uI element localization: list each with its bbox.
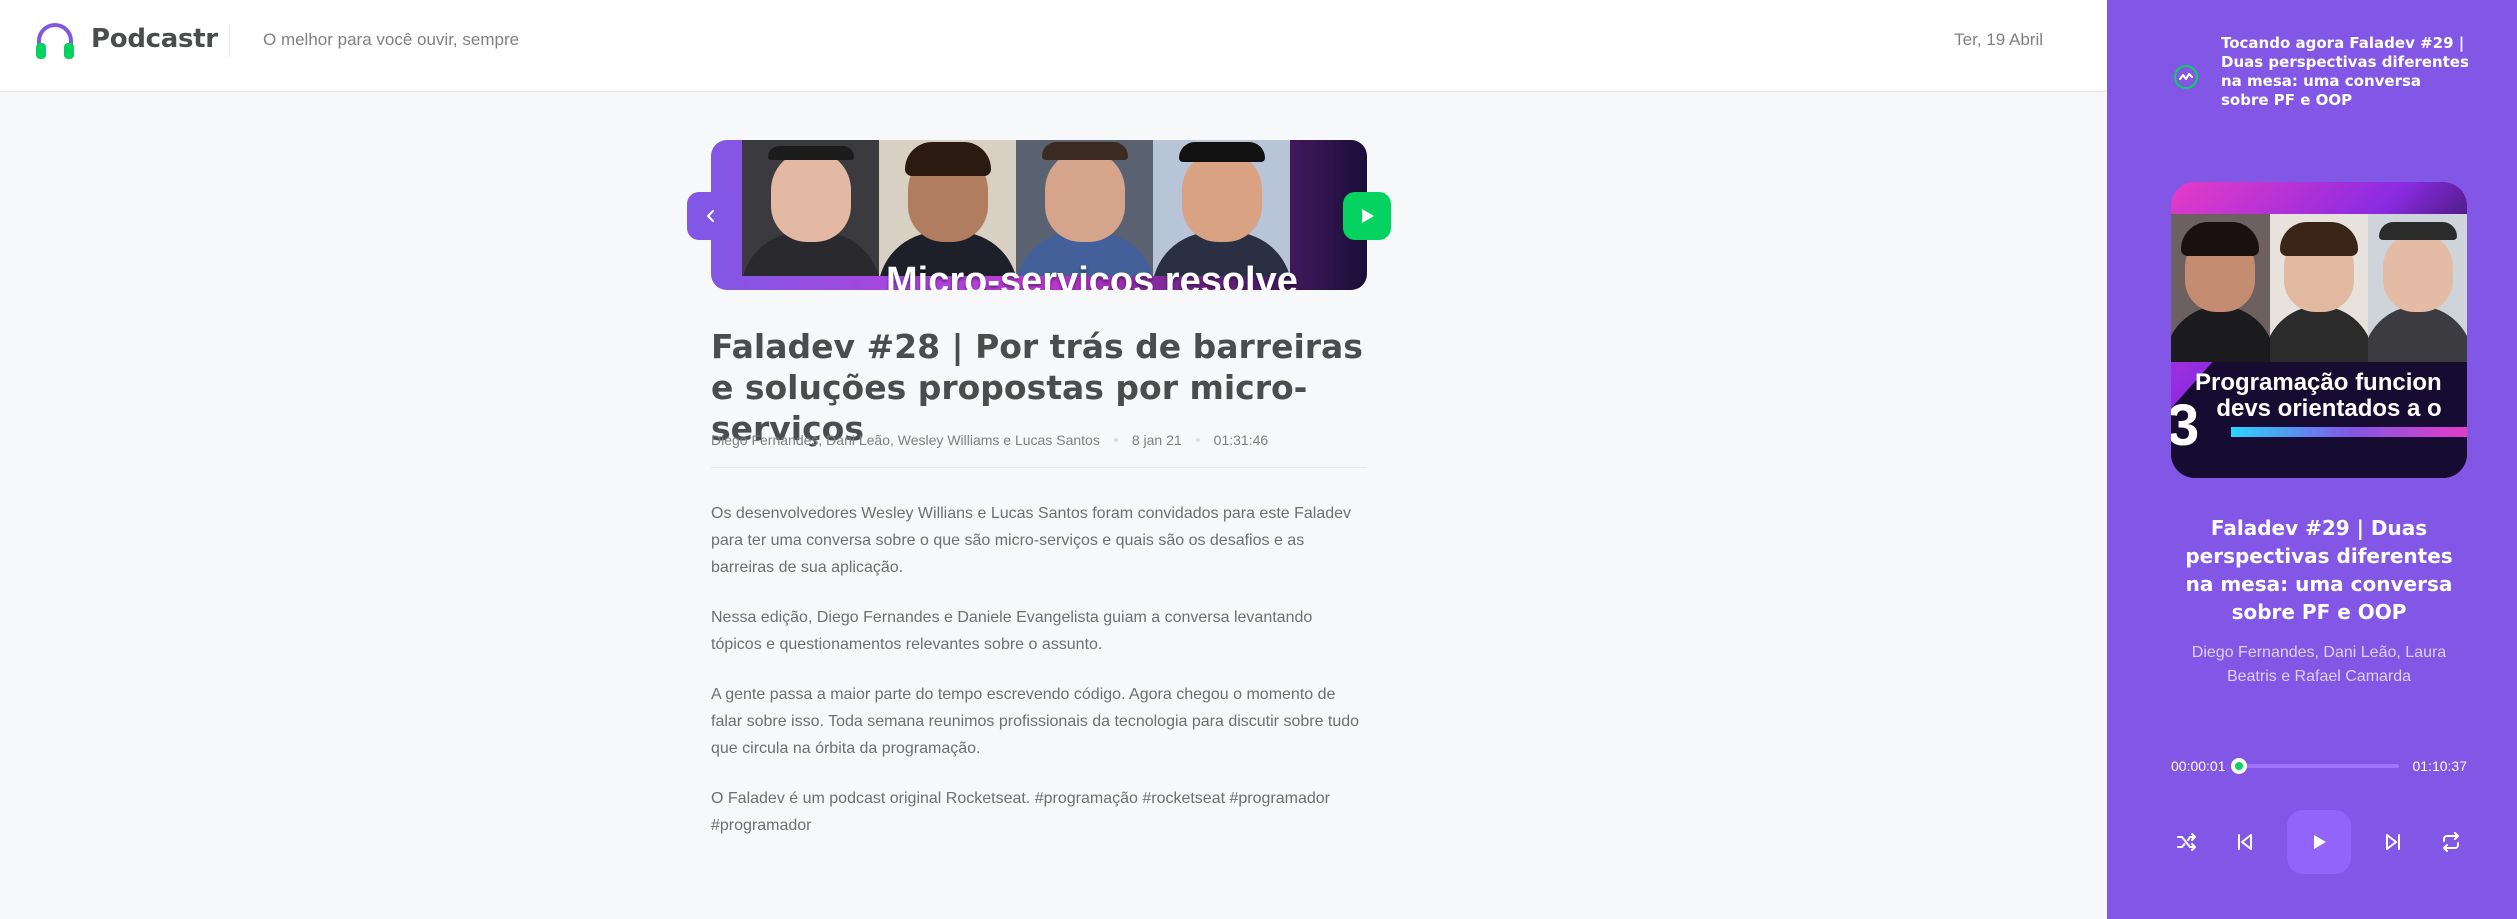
cover-photo — [2171, 214, 2467, 362]
tagline: O melhor para você ouvir, sempre — [263, 30, 520, 49]
participant-photo — [879, 140, 1016, 276]
player-controls — [2171, 810, 2467, 874]
header-divider — [229, 24, 230, 57]
chevron-left-icon — [707, 210, 714, 222]
player-cover: 3 Programação funcion devs orientados a … — [2171, 182, 2467, 478]
skip-previous-icon — [2238, 834, 2252, 850]
episode-date: 8 jan 21 — [1131, 432, 1182, 448]
now-playing-header: Tocando agora Faladev #29 | Duas perspec… — [2171, 34, 2471, 110]
progress-handle[interactable] — [2231, 758, 2248, 774]
meta-separator — [1113, 438, 1118, 442]
thumbnail-text: Micro-serviços resolve — [886, 260, 1298, 290]
episode-members: Diego Fernandes, Dani Leão, Wesley Willi… — [711, 432, 1100, 448]
participant-photo — [1016, 140, 1153, 276]
cover-text-line: Programação funcion — [2195, 369, 2442, 396]
description-paragraph: A gente passa a maior parte do tempo esc… — [711, 686, 1360, 757]
description-paragraph: Nessa edição, Diego Fernandes e Daniele … — [711, 609, 1313, 653]
playing-wave-icon — [2174, 65, 2198, 89]
cover-text-line: devs orientados a o — [2216, 395, 2442, 422]
app-name[interactable]: Podcastr — [91, 24, 218, 54]
participant-photo — [2368, 214, 2467, 362]
participant-photo — [1153, 140, 1290, 276]
shuffle-icon — [2177, 833, 2196, 851]
meta-separator — [1195, 438, 1200, 442]
progress-slider[interactable] — [2231, 758, 2399, 774]
player-episode-members: Diego Fernandes, Dani Leão, Laura Beatri… — [2191, 644, 2447, 685]
play-episode-button[interactable] — [1343, 192, 1391, 240]
play-icon — [1362, 209, 1374, 223]
previous-button[interactable] — [2229, 826, 2261, 858]
repeat-icon — [2443, 832, 2459, 852]
cover-text: Programação funcion devs orientados a o — [2195, 370, 2442, 422]
episode-description: Os desenvolvedores Wesley Willians e Luc… — [711, 500, 1367, 862]
next-button[interactable] — [2377, 826, 2409, 858]
progress-bar: 00:00:01 01:10:37 — [2171, 756, 2467, 776]
shuffle-button[interactable] — [2171, 826, 2203, 858]
player-panel: Tocando agora Faladev #29 | Duas perspec… — [2107, 0, 2517, 919]
skip-next-icon — [2386, 834, 2400, 850]
header: Podcastr O melhor para você ouvir, sempr… — [0, 0, 2107, 92]
play-icon — [2314, 835, 2326, 849]
episode-thumbnail: Micro-serviços resolve — [711, 140, 1367, 290]
episode-duration: 01:31:46 — [1213, 432, 1269, 448]
participant-photo — [742, 140, 879, 276]
current-date: Ter, 19 Abril — [1954, 30, 2043, 49]
thumbnail-photo — [742, 140, 1290, 276]
meta-divider — [711, 467, 1367, 468]
episode-meta: Diego Fernandes, Dani Leão, Wesley Willi… — [711, 432, 1268, 448]
back-button[interactable] — [687, 192, 735, 240]
total-time: 01:10:37 — [2412, 758, 2468, 774]
participant-photo — [2269, 214, 2369, 362]
participant-photo — [2171, 214, 2270, 362]
player-episode-title: Faladev #29 | Duas perspectivas diferent… — [2185, 516, 2453, 624]
now-playing-text: Tocando agora Faladev #29 | Duas perspec… — [2221, 34, 2469, 109]
play-button[interactable] — [2287, 810, 2351, 874]
episode-title: Faladev #28 | Por trás de barreiras e so… — [711, 327, 1363, 448]
description-paragraph: O Faladev é um podcast original Rocketse… — [711, 790, 1330, 834]
current-time: 00:00:01 — [2171, 758, 2226, 774]
description-paragraph: Os desenvolvedores Wesley Willians e Luc… — [711, 505, 1352, 576]
headphones-icon — [36, 23, 74, 59]
cover-stripe — [2231, 427, 2467, 437]
repeat-button[interactable] — [2435, 826, 2467, 858]
